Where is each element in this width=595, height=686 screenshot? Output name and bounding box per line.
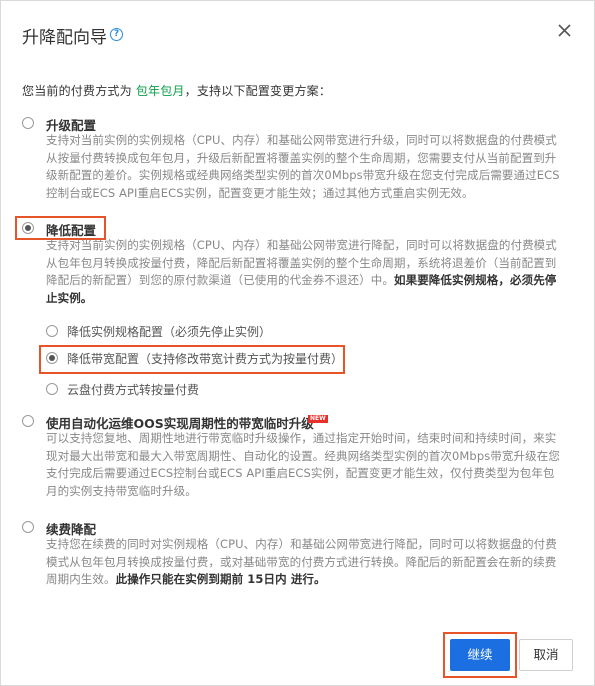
option-renew-desc: 支持您在续费的同时对实例规格（CPU、内存）和基础公网带宽进行降配，同时可以将数… <box>46 536 566 592</box>
option-downgrade-desc: 支持对当前实例的实例规格（CPU、内存）和基础公网带宽进行降配，同时可以将数据盘… <box>46 237 566 309</box>
cancel-button[interactable]: 取消 <box>519 639 573 671</box>
dialog-title: 升降配向导 <box>22 28 107 48</box>
upgrade-downgrade-dialog: 升降配向导 ? 您当前的付费方式为 包年包月，支持以下配置变更方案： 升级配置 … <box>0 0 595 686</box>
radio-oos[interactable] <box>22 415 34 427</box>
close-icon[interactable] <box>555 21 575 41</box>
radio-downgrade-spec[interactable] <box>46 325 58 337</box>
radio-disk-billing[interactable] <box>46 383 58 395</box>
sub-option-downgrade-spec[interactable]: 降低实例规格配置（必须先停止实例） <box>67 323 271 340</box>
billing-type: 包年包月 <box>135 84 185 98</box>
new-badge: NEW <box>308 415 328 423</box>
sub-option-downgrade-bandwidth[interactable]: 降低带宽配置（支持修改带宽计费方式为按量付费） <box>67 350 343 367</box>
option-upgrade-desc: 支持对当前实例的实例规格（CPU、内存）和基础公网带宽进行升级，同时可以将数据盘… <box>46 133 560 200</box>
radio-downgrade[interactable] <box>22 222 34 234</box>
sub-option-disk-billing[interactable]: 云盘付费方式转按量付费 <box>67 381 199 398</box>
option-oos-desc: 可以支持您复地、周期性地进行带宽临时升级操作，通过指定开始时间，结束时间和持续时… <box>46 431 560 498</box>
intro-suffix: ，支持以下配置变更方案： <box>184 84 332 98</box>
continue-button[interactable]: 继续 <box>450 639 510 671</box>
intro-prefix: 您当前的付费方式为 <box>22 84 132 98</box>
radio-downgrade-bandwidth[interactable] <box>46 352 58 364</box>
billing-intro: 您当前的付费方式为 包年包月，支持以下配置变更方案： <box>22 82 331 99</box>
question-circle-icon[interactable]: ? <box>110 28 123 41</box>
radio-upgrade[interactable] <box>22 117 34 129</box>
radio-renew[interactable] <box>22 521 34 533</box>
option-renew-desc-bold: 此操作只能在实例到期前 15日内 进行。 <box>115 572 326 586</box>
